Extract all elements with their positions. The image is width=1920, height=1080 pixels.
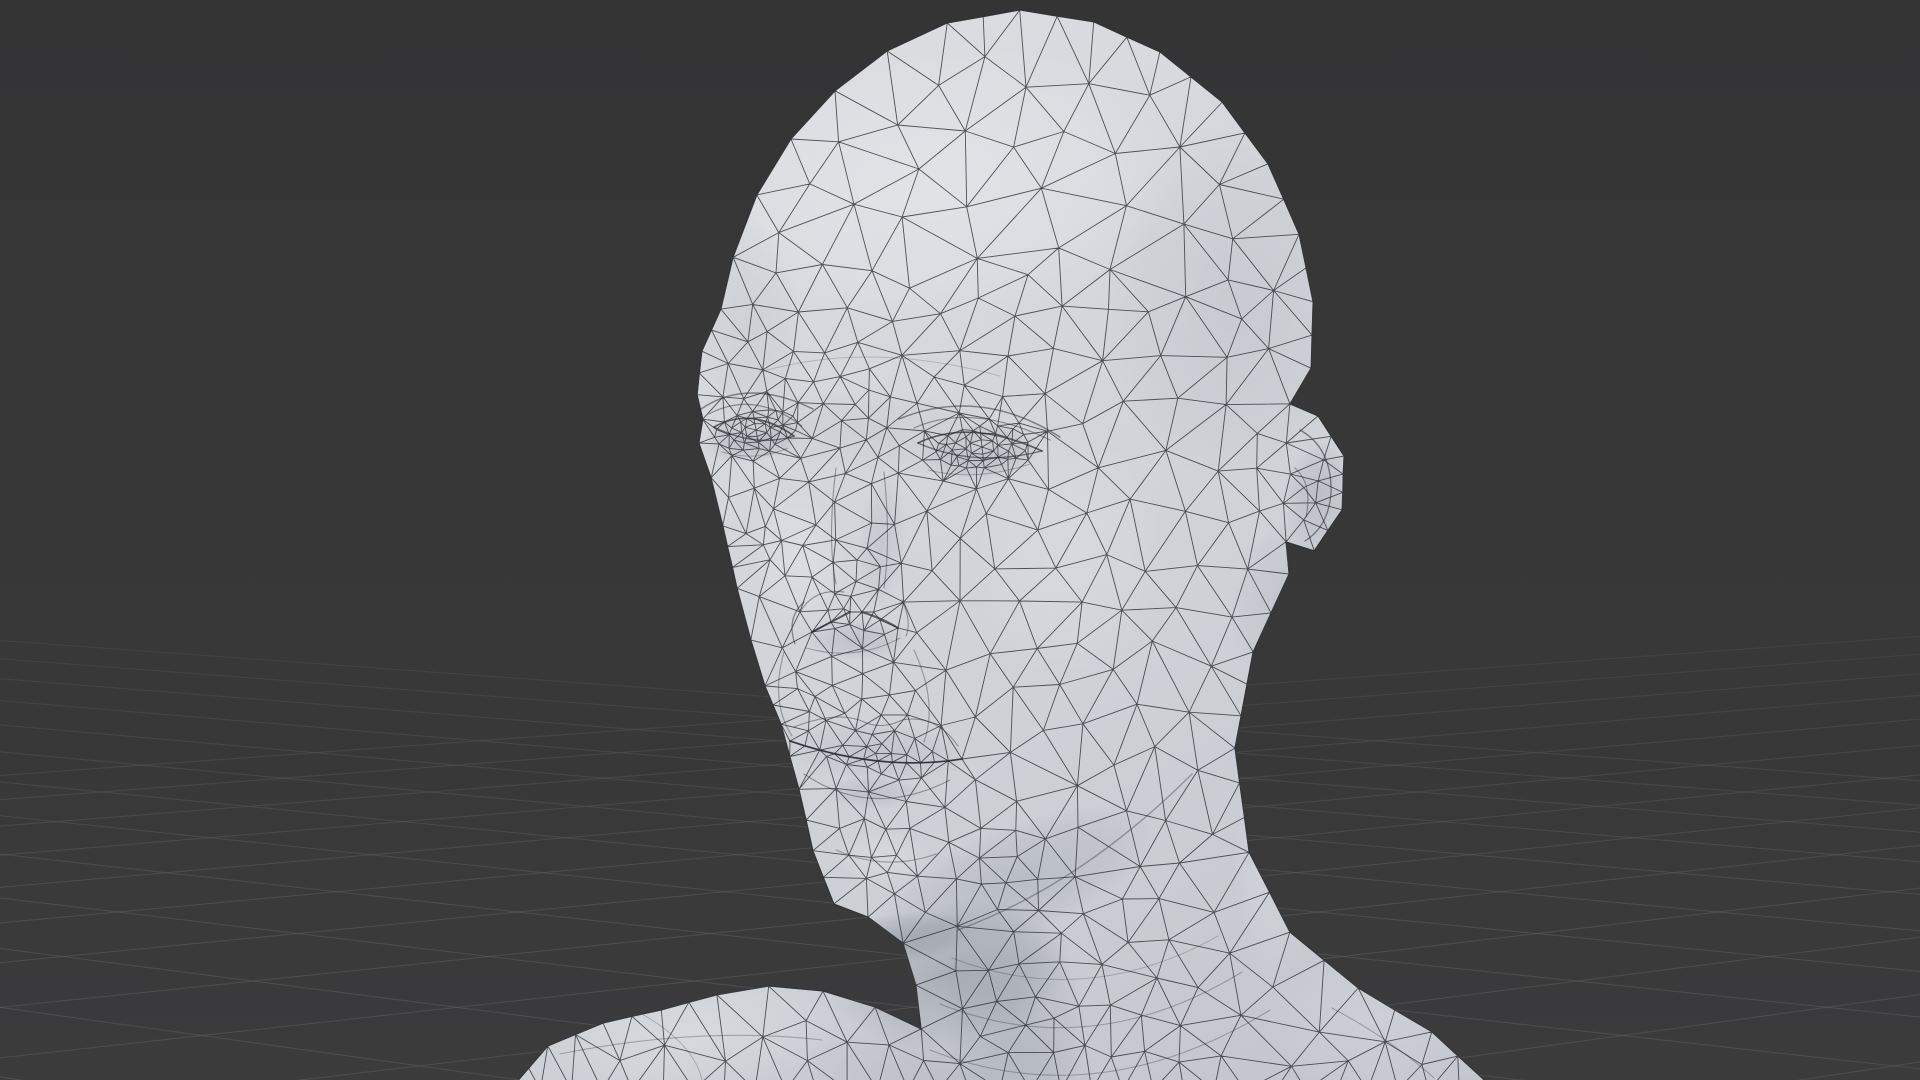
- viewport-3d[interactable]: [0, 0, 1920, 1080]
- scene-canvas: [0, 0, 1920, 1080]
